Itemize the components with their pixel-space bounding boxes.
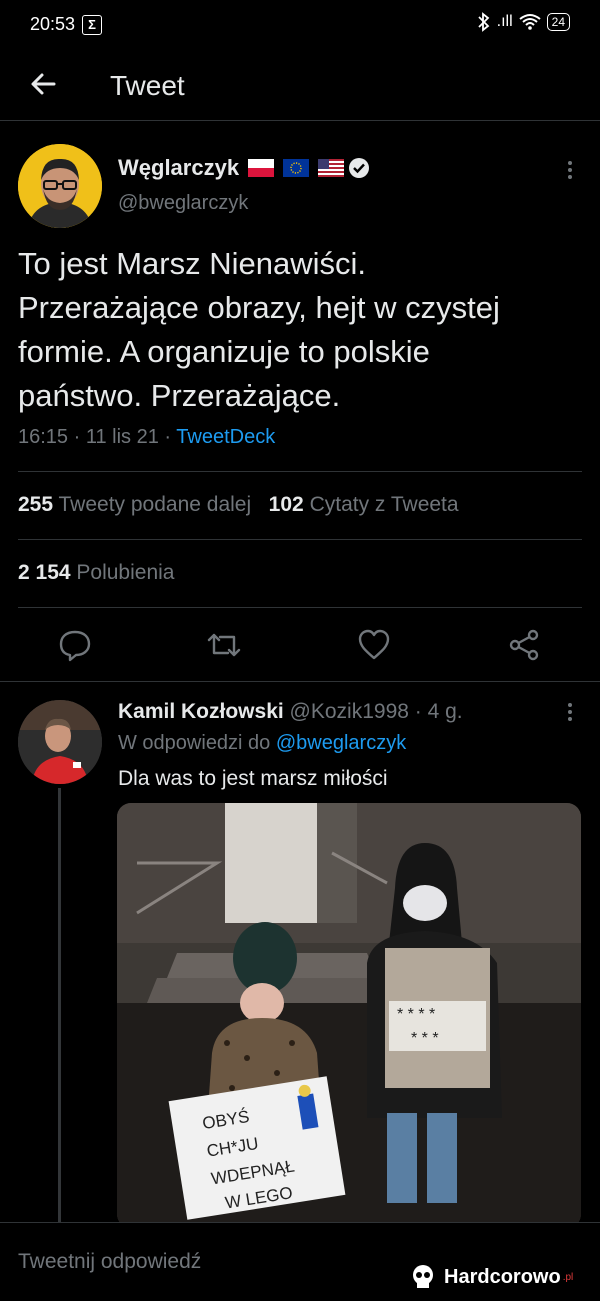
retweets-stat[interactable]: 255 Tweety podane dalej [18, 493, 251, 516]
tweet-client-link[interactable]: TweetDeck [176, 426, 275, 448]
in-reply-to: W odpowiedzi do @bweglarczyk [118, 732, 406, 755]
reply-age: · 4 g. [414, 700, 463, 723]
wifi-icon [519, 14, 541, 30]
meta-separator: · [158, 426, 177, 448]
like-icon[interactable] [356, 627, 392, 663]
tweet-time: 16:15 [18, 426, 69, 448]
skull-icon [413, 1265, 433, 1288]
status-bar: 20:53 Σ .ıll 24 [0, 0, 600, 50]
tweet-text-line: To jest Marsz Nienawiści. [18, 246, 366, 281]
reply-avatar-image [18, 700, 102, 784]
in-reply-to-label: W odpowiedzi do [118, 732, 271, 754]
section-divider [0, 681, 600, 682]
status-icons: .ıll 24 [477, 12, 570, 32]
likes-label: Polubienia [76, 561, 175, 584]
retweets-count: 255 [18, 493, 54, 516]
eu-flag-icon [283, 159, 310, 177]
reply-author-avatar[interactable] [18, 700, 102, 784]
reply-more-options-icon[interactable] [560, 700, 580, 724]
bluetooth-icon [478, 12, 489, 32]
more-options-icon[interactable] [560, 158, 580, 182]
author-name[interactable]: Węglarczyk [118, 155, 239, 180]
reply-photo[interactable]: OBYŚ CH*JU WDEPNĄŁ W LEGO * * * * * * * [117, 803, 581, 1228]
photo-scene: OBYŚ CH*JU WDEPNĄŁ W LEGO * * * * * * * [117, 803, 581, 1228]
meta-separator: · [68, 426, 86, 448]
divider [18, 539, 582, 540]
retweet-icon[interactable] [206, 627, 242, 663]
back-arrow-icon[interactable] [24, 64, 64, 104]
tweet-date: 11 lis 21 [85, 426, 159, 448]
poland-flag-icon [248, 159, 275, 177]
author-name-row[interactable]: Węglarczyk [118, 155, 345, 181]
watermark-brand: Hardcorowo [444, 1265, 561, 1288]
sign-stars-2: * * * [411, 1030, 439, 1047]
signal-icon: .ıll [496, 13, 513, 30]
sigma-icon: Σ [82, 15, 102, 35]
tweet-text: To jest Marsz Nienawiści. Przerażające o… [18, 242, 583, 418]
avatar-portrait-image [18, 144, 102, 228]
divider [18, 471, 582, 472]
tweet-text-line: Przerażające obrazy, hejt w czystej [18, 290, 500, 325]
reply-compose-input[interactable]: Tweetnij odpowiedź [18, 1250, 201, 1274]
sign-stars-1: * * * * [397, 1006, 435, 1023]
reply-text: Dla was to jest marsz miłości [118, 767, 388, 790]
divider [18, 607, 582, 608]
tweet-timestamp: 16:15 · 11 lis 21 · TweetDeck [18, 426, 275, 449]
watermark-tld: .pl [562, 1271, 574, 1283]
usa-flag-icon [318, 159, 345, 177]
retweet-quote-stats: 255 Tweety podane dalej 102 Cytaty z Twe… [18, 493, 459, 517]
likes-stat[interactable]: 2 154 Polubienia [18, 561, 175, 585]
reply-icon[interactable] [57, 627, 93, 663]
top-bar: Tweet [0, 50, 600, 121]
retweets-label: Tweety podane dalej [58, 493, 252, 516]
thread-line [58, 788, 61, 1228]
likes-count: 2 154 [18, 561, 71, 584]
in-reply-to-handle[interactable]: @bweglarczyk [276, 732, 406, 754]
quotes-count: 102 [268, 493, 304, 516]
reply-author-name[interactable]: Kamil Kozłowski [118, 700, 284, 723]
tweet-text-line: formie. A organizuje to polskie [18, 334, 430, 369]
quotes-stat[interactable]: 102 Cytaty z Tweeta [269, 493, 459, 516]
author-avatar[interactable] [18, 144, 102, 228]
battery-icon: 24 [546, 13, 570, 31]
reply-author-handle[interactable]: @Kozik1998 [290, 700, 409, 723]
page-title: Tweet [110, 70, 185, 101]
author-handle[interactable]: @bweglarczyk [118, 192, 248, 215]
quotes-label: Cytaty z Tweeta [309, 493, 459, 516]
tweet-text-line: państwo. Przerażające. [18, 378, 341, 413]
verified-badge-icon [349, 158, 369, 178]
reply-header: Kamil Kozłowski @Kozik1998 · 4 g. [118, 700, 463, 724]
watermark-logo: Hardcorowo .pl [408, 1262, 573, 1292]
share-icon[interactable] [506, 627, 542, 663]
status-time: 20:53 [30, 14, 76, 34]
